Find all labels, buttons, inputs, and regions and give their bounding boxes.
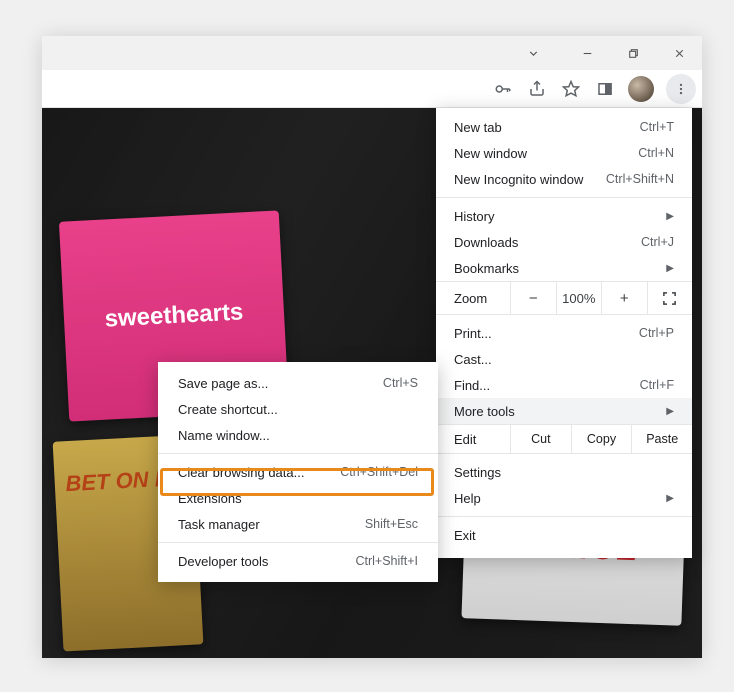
menu-label: New window [454,146,638,161]
submenu-shortcut: Shift+Esc [365,517,418,531]
menu-label: New tab [454,120,640,135]
menu-shortcut: Ctrl+N [638,146,674,160]
submenu-label: Developer tools [178,554,355,569]
menu-shortcut: Ctrl+Shift+N [606,172,674,186]
submenu-separator [158,542,438,543]
submenu-label: Task manager [178,517,365,532]
submenu-arrow-icon: ▶ [666,493,674,504]
menu-shortcut: Ctrl+F [640,378,674,392]
side-panel-icon[interactable] [594,78,616,100]
password-key-icon[interactable] [492,78,514,100]
window-titlebar [42,36,702,70]
zoom-label: Zoom [436,291,510,306]
menu-item-bookmarks[interactable]: Bookmarks ▶ [436,255,692,281]
edit-label: Edit [436,432,510,447]
submenu-label: Clear browsing data... [178,465,340,480]
menu-item-cast[interactable]: Cast... [436,346,692,372]
menu-separator [436,197,692,198]
menu-separator [436,516,692,517]
submenu-item-clear-browsing-data[interactable]: Clear browsing data... Ctrl+Shift+Del [158,459,438,485]
menu-label: Find... [454,378,640,393]
menu-item-settings[interactable]: Settings [436,459,692,485]
menu-item-find[interactable]: Find... Ctrl+F [436,372,692,398]
menu-item-more-tools[interactable]: More tools ▶ [436,398,692,424]
submenu-item-task-manager[interactable]: Task manager Shift+Esc [158,511,438,537]
menu-edit-row: Edit Cut Copy Paste [436,424,692,454]
fullscreen-button[interactable] [647,282,693,314]
bookmark-star-icon[interactable] [560,78,582,100]
share-icon[interactable] [526,78,548,100]
menu-label: New Incognito window [454,172,606,187]
submenu-item-create-shortcut[interactable]: Create shortcut... [158,396,438,422]
cut-button[interactable]: Cut [510,425,571,453]
submenu-item-save-page[interactable]: Save page as... Ctrl+S [158,370,438,396]
browser-toolbar [42,70,702,108]
paste-button[interactable]: Paste [631,425,692,453]
submenu-label: Save page as... [178,376,383,391]
submenu-arrow-icon: ▶ [666,263,674,274]
more-tools-submenu: Save page as... Ctrl+S Create shortcut..… [158,362,438,582]
submenu-label: Extensions [178,491,418,506]
submenu-label: Create shortcut... [178,402,418,417]
zoom-level: 100% [556,282,602,314]
menu-label: Exit [454,528,674,543]
menu-label: Settings [454,465,674,480]
menu-label: More tools [454,404,660,419]
zoom-out-button[interactable]: − [510,282,556,314]
menu-label: Cast... [454,352,674,367]
tab-search-button[interactable] [510,36,556,70]
menu-shortcut: Ctrl+T [640,120,674,134]
copy-button[interactable]: Copy [571,425,632,453]
menu-label: Bookmarks [454,261,660,276]
chrome-menu-button[interactable] [666,74,696,104]
profile-avatar[interactable] [628,76,654,102]
menu-item-exit[interactable]: Exit [436,522,692,548]
menu-label: Help [454,491,660,506]
menu-label: Downloads [454,235,641,250]
menu-item-history[interactable]: History ▶ [436,203,692,229]
menu-shortcut: Ctrl+P [639,326,674,340]
poster-label: sweethearts [104,298,244,333]
submenu-separator [158,453,438,454]
submenu-shortcut: Ctrl+Shift+I [355,554,418,568]
menu-label: Print... [454,326,639,341]
window-maximize-button[interactable] [610,36,656,70]
submenu-item-developer-tools[interactable]: Developer tools Ctrl+Shift+I [158,548,438,574]
submenu-item-extensions[interactable]: Extensions [158,485,438,511]
submenu-item-name-window[interactable]: Name window... [158,422,438,448]
menu-item-new-window[interactable]: New window Ctrl+N [436,140,692,166]
menu-item-new-incognito[interactable]: New Incognito window Ctrl+Shift+N [436,166,692,192]
submenu-label: Name window... [178,428,418,443]
menu-label: History [454,209,660,224]
menu-item-print[interactable]: Print... Ctrl+P [436,320,692,346]
window-minimize-button[interactable] [564,36,610,70]
menu-shortcut: Ctrl+J [641,235,674,249]
submenu-arrow-icon: ▶ [666,211,674,222]
menu-item-downloads[interactable]: Downloads Ctrl+J [436,229,692,255]
zoom-in-button[interactable]: + [601,282,647,314]
chrome-main-menu: New tab Ctrl+T New window Ctrl+N New Inc… [436,108,692,558]
menu-item-new-tab[interactable]: New tab Ctrl+T [436,114,692,140]
submenu-shortcut: Ctrl+Shift+Del [340,465,418,479]
submenu-arrow-icon: ▶ [666,406,674,417]
window-close-button[interactable] [656,36,702,70]
menu-zoom-row: Zoom − 100% + [436,281,692,315]
submenu-shortcut: Ctrl+S [383,376,418,390]
menu-item-help[interactable]: Help ▶ [436,485,692,511]
